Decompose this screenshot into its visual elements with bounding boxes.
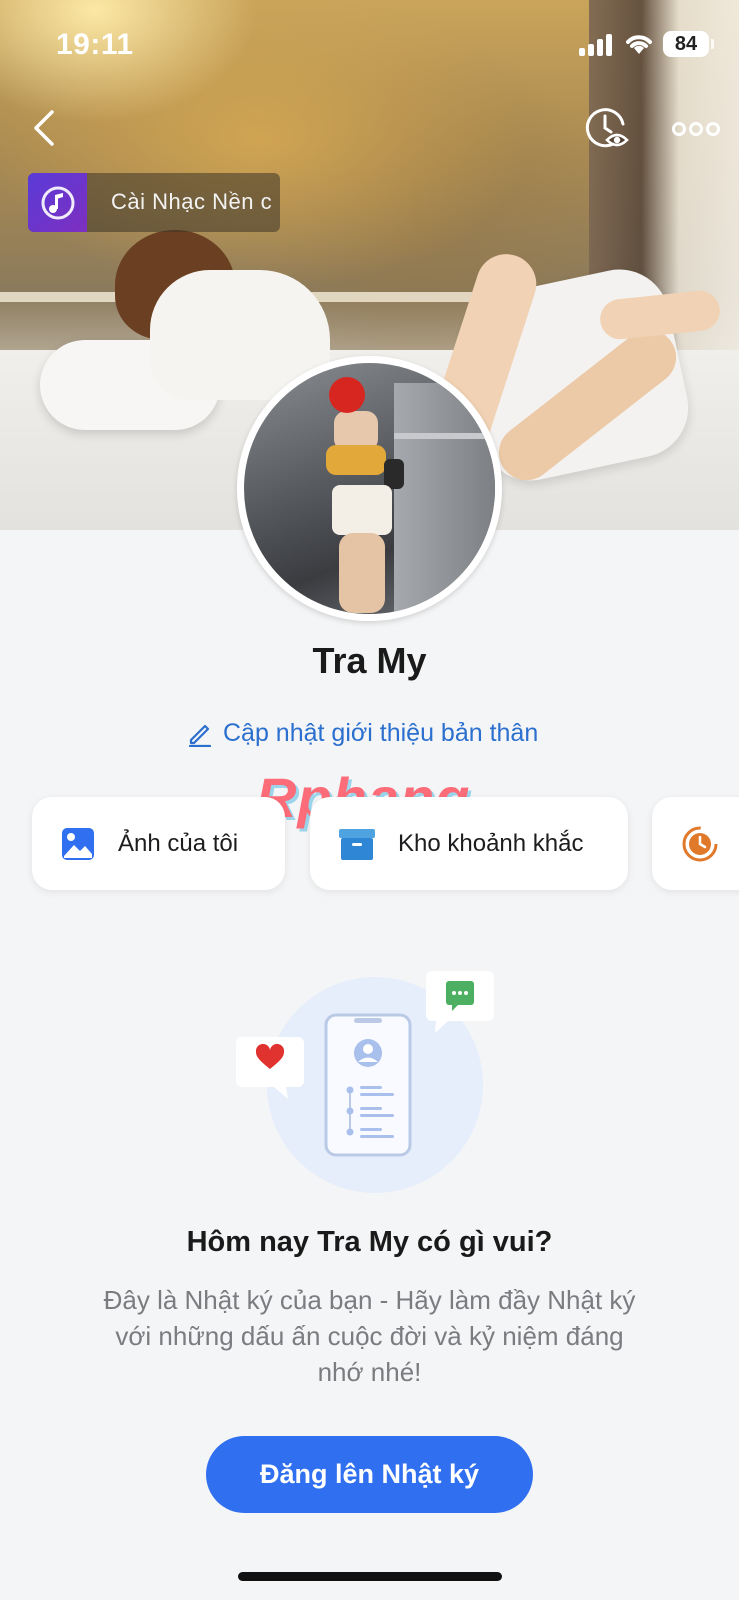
empty-state-description: Đây là Nhật ký của bạn - Hãy làm đầy Nhậ…: [103, 1285, 636, 1387]
status-time: 19:11: [56, 28, 134, 61]
avatar-background: [394, 383, 495, 613]
pencil-icon: [188, 724, 212, 747]
music-note-icon: [28, 173, 87, 232]
battery-indicator: 84: [663, 31, 714, 57]
avatar[interactable]: [237, 356, 502, 621]
profile-name: Tra My: [312, 640, 427, 681]
empty-state-title: Hôm nay Tra My có gì vui?: [186, 1226, 553, 1258]
avatar-person: [384, 459, 404, 489]
memories-button[interactable]: [652, 797, 739, 890]
moments-storage-button[interactable]: Kho khoảnh khắc: [310, 797, 628, 890]
avatar-person: [332, 485, 392, 535]
my-photos-label: Ảnh của tôi: [118, 829, 239, 857]
diary-illustration: [236, 971, 494, 1193]
post-to-diary-button[interactable]: Đăng lên Nhật ký: [206, 1436, 533, 1513]
background-music-button[interactable]: Cài Nhạc Nền c: [28, 173, 280, 232]
cellular-signal-icon: [579, 34, 615, 56]
image-icon: [62, 827, 94, 860]
status-bar: 19:11 84: [0, 0, 739, 90]
chevron-left-icon[interactable]: [26, 108, 62, 148]
wifi-icon: [626, 35, 652, 54]
home-indicator[interactable]: [238, 1572, 502, 1581]
avatar-person: [329, 377, 365, 413]
music-chip-label: Cài Nhạc Nền c: [111, 189, 273, 214]
moments-storage-label: Kho khoảnh khắc: [398, 829, 584, 857]
update-bio-label: Cập nhật giới thiệu bản thân: [223, 718, 539, 747]
clock-eye-icon[interactable]: [583, 104, 633, 152]
update-bio-link[interactable]: Cập nhật giới thiệu bản thân: [186, 716, 538, 750]
history-clock-icon: [682, 826, 718, 861]
archive-box-icon: [339, 828, 375, 860]
avatar-background: [394, 433, 495, 439]
my-photos-button[interactable]: Ảnh của tôi: [32, 797, 285, 890]
more-horizontal-icon[interactable]: [671, 114, 721, 144]
avatar-person: [339, 533, 385, 613]
avatar-person: [326, 445, 386, 475]
